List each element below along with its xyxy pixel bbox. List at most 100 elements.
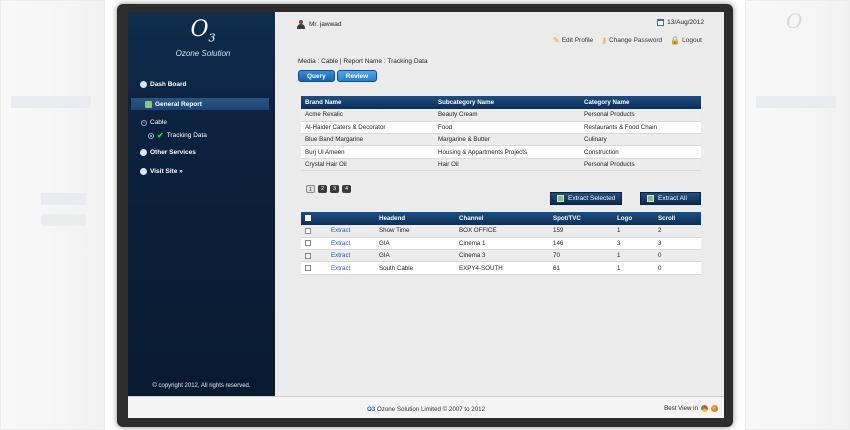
sidebar-group-label: Cable — [150, 119, 167, 126]
logo-cell: 1 — [613, 249, 654, 263]
page-button[interactable]: 4 — [342, 185, 351, 193]
logout-link[interactable]: 🔒 Logout — [670, 36, 702, 45]
extract-selected-button[interactable]: Extract Selected — [550, 192, 623, 205]
globe-icon — [140, 168, 147, 175]
best-view: Best View in — [664, 405, 718, 412]
sidebar-item-visit-site[interactable]: Visit Site » — [140, 168, 183, 175]
page-button[interactable]: 2 — [318, 185, 327, 193]
sidebar-subitem-tracking-data[interactable]: ✔ Tracking Data — [148, 131, 207, 140]
footer: O3 Ozone Solution Limited © 2007 to 2012… — [128, 396, 724, 418]
footer-text: O3 Ozone Solution Limited © 2007 to 2012 — [128, 406, 724, 413]
sidebar-item-other-services[interactable]: Other Services — [140, 149, 196, 156]
page-button[interactable]: 1 — [306, 185, 315, 193]
table-row[interactable]: Burj Ul Ameen Housing & Appartments Proj… — [301, 145, 701, 159]
channel-cell: BOX OFFICE — [455, 225, 549, 238]
table-header-row: Headend Channel Spot/TVC Logo Scroll — [301, 212, 701, 225]
table-row: Extract GIA Cinema 3 70 1 0 — [301, 249, 701, 263]
action-cell: Extract — [327, 249, 375, 263]
table-row[interactable]: Acme Rexalic Beauty Cream Personal Produ… — [301, 109, 701, 122]
checkmark-icon: ✔ — [157, 131, 164, 140]
lock-icon: 🔒 — [670, 36, 681, 45]
column-header[interactable]: Scroll — [654, 212, 701, 225]
edit-profile-link[interactable]: ✎ Edit Profile — [553, 36, 593, 45]
headend-cell: South Cable — [375, 261, 455, 275]
sidebar-item-general-report[interactable]: General Report — [131, 98, 269, 110]
checkbox-cell — [301, 249, 327, 263]
table-row[interactable]: Al-Haider Caters & Decorator Food Restau… — [301, 121, 701, 135]
checkbox-cell — [301, 237, 327, 251]
logo-cell: 1 — [613, 225, 654, 238]
breadcrumb: Media : Cable | Report Name : Tracking D… — [298, 58, 428, 65]
date-text: 13/Aug/2012 — [667, 19, 704, 26]
column-header[interactable]: Subcategory Name — [434, 96, 580, 109]
table-row[interactable]: Blue Band Margarine Margarine & Butter C… — [301, 133, 701, 147]
scroll-cell: 0 — [654, 261, 701, 275]
sidebar-item-label: Visit Site » — [150, 168, 183, 175]
date-display: 13/Aug/2012 — [657, 19, 704, 26]
footer-copyright: Ozone Solution Limited © 2007 to 2012 — [376, 406, 486, 413]
extract-link[interactable]: Extract — [331, 265, 350, 272]
column-header[interactable]: Logo — [613, 212, 654, 225]
extract-link[interactable]: Extract — [331, 252, 350, 259]
logo-mark: O — [190, 17, 209, 42]
table-row: Extract Show Time BOX OFFICE 159 1 2 — [301, 225, 701, 238]
ghost-nav-bar — [756, 96, 836, 108]
column-header[interactable]: Channel — [455, 212, 549, 225]
column-header[interactable]: Headend — [375, 212, 455, 225]
extract-link[interactable]: Extract — [331, 227, 350, 234]
extract-link[interactable]: Extract — [331, 240, 350, 247]
ghost-nav-bar — [11, 96, 91, 108]
row-checkbox[interactable] — [305, 264, 311, 271]
brand-cell: Acme Rexalic — [301, 109, 434, 122]
tab-review[interactable]: Review — [336, 70, 378, 82]
link-label: Logout — [682, 37, 702, 44]
button-label: Extract All — [658, 195, 687, 202]
ghost-panel-left — [0, 0, 105, 430]
bullet-icon — [148, 132, 154, 139]
export-icon — [647, 195, 654, 202]
sidebar-item-label: Other Services — [150, 149, 196, 156]
ghost-logo: O — [786, 9, 803, 33]
tracking-table: Headend Channel Spot/TVC Logo Scroll Ext… — [301, 212, 701, 275]
change-password-link[interactable]: ⚷ Change Password — [601, 36, 662, 45]
pagination: 1 2 3 4 — [306, 185, 351, 193]
header-links: ✎ Edit Profile ⚷ Change Password 🔒 Logout — [553, 36, 702, 45]
logo-text: Ozone Solution — [175, 49, 231, 59]
column-header[interactable]: Category Name — [580, 96, 701, 109]
spot-cell: 146 — [549, 237, 613, 251]
checkbox-cell — [301, 225, 327, 238]
collapse-icon: – — [141, 119, 147, 126]
row-checkbox[interactable] — [305, 240, 311, 247]
calendar-icon — [657, 19, 665, 26]
headend-cell: Show Time — [375, 225, 455, 238]
brand-cell: Burj Ul Ameen — [301, 145, 434, 159]
channel-cell: Cinema 3 — [455, 249, 549, 263]
tab-bar: Query Review — [298, 70, 378, 82]
category-cell: Personal Products — [580, 158, 701, 171]
sidebar-item-dashboard[interactable]: Dash Board — [140, 81, 186, 88]
page-button[interactable]: 3 — [330, 185, 339, 193]
ghost-button — [41, 214, 86, 226]
category-cell: Culinary — [580, 133, 701, 147]
main-content: Mr. jawwad 13/Aug/2012 ✎ Edit Profile ⚷ Ch… — [275, 12, 724, 396]
scroll-cell: 2 — [654, 225, 701, 238]
subcategory-cell: Margarine & Butter — [434, 133, 580, 147]
chrome-icon — [701, 405, 708, 412]
channel-cell: Cinema 1 — [455, 237, 549, 251]
headend-cell: GIA — [375, 237, 455, 251]
brand-cell: Al-Haider Caters & Decorator — [301, 121, 434, 135]
copyright-text: © copyright 2012, All rights reserved. — [152, 383, 251, 389]
row-checkbox[interactable] — [305, 252, 311, 259]
sidebar-group-cable[interactable]: – Cable — [141, 119, 167, 126]
brand-cell: Blue Band Margarine — [301, 133, 434, 147]
link-label: Edit Profile — [561, 37, 594, 44]
tab-query[interactable]: Query — [298, 70, 335, 82]
table-row[interactable]: Crystal Hair Oil Hair Oil Personal Produ… — [301, 158, 701, 171]
select-all-checkbox[interactable] — [305, 215, 311, 222]
extract-all-button[interactable]: Extract All — [640, 192, 701, 205]
column-header[interactable]: Brand Name — [301, 96, 434, 109]
row-checkbox[interactable] — [305, 227, 311, 234]
column-header[interactable]: Spot/TVC — [549, 212, 613, 225]
sidebar: O3 Ozone Solution Dash Board General Rep… — [128, 12, 275, 396]
subcategory-cell: Housing & Appartments Projects — [434, 145, 580, 159]
